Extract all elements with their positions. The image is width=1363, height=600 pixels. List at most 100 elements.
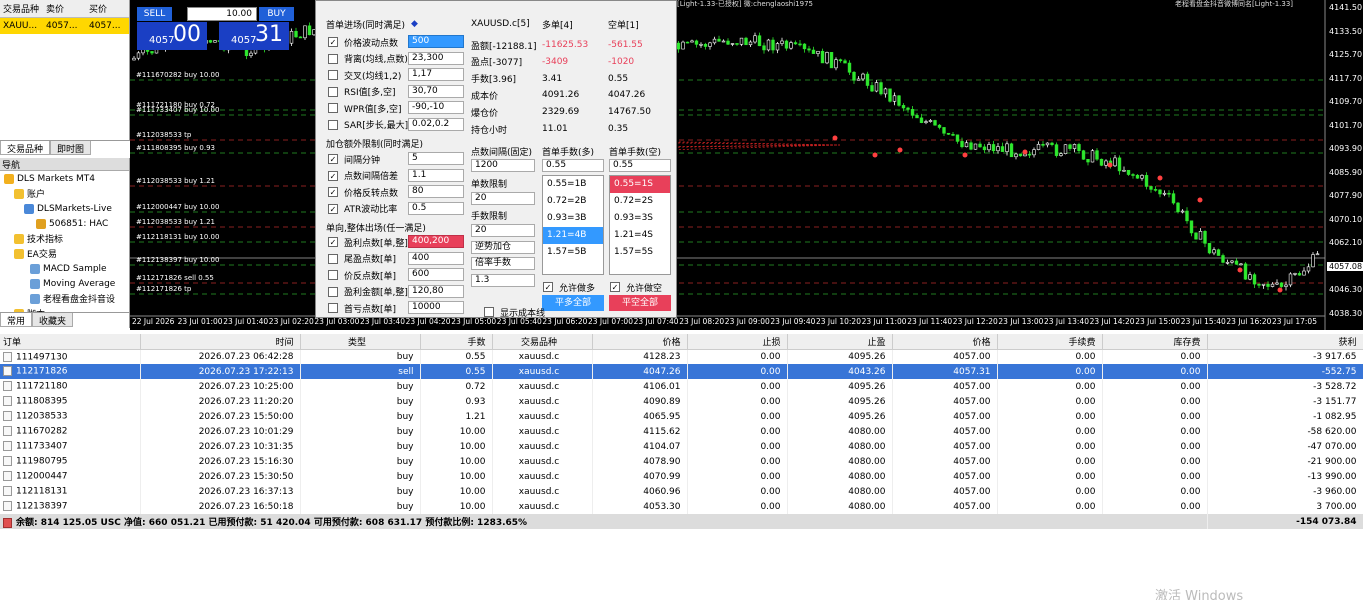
column-header[interactable]: 订单 xyxy=(0,334,141,350)
sell-price-box[interactable]: 4057 00 xyxy=(137,22,207,50)
checkbox-icon[interactable]: ✓ xyxy=(328,37,338,47)
ratio-input[interactable]: 1.3 xyxy=(471,274,535,287)
column-header[interactable]: 价格 xyxy=(592,334,688,350)
lot-step-item[interactable]: 1.21=4B xyxy=(543,227,603,244)
market-watch-row[interactable]: XAUU... 4057... 4057... xyxy=(0,18,129,34)
ea-option-value[interactable]: 5 xyxy=(408,152,464,165)
first-lot-long-input[interactable]: 0.55 xyxy=(542,159,604,172)
long-lot-list[interactable]: 0.55=1B 0.72=2B 0.93=3B 1.21=4B 1.57=5B xyxy=(542,175,604,275)
single-limit-input[interactable]: 20 xyxy=(471,192,535,205)
ea-option-row[interactable]: ✓ 价格反转点数 xyxy=(328,185,398,199)
nav-ea-macd[interactable]: MACD Sample xyxy=(0,261,129,276)
ea-option-row[interactable]: ✓ 间隔分钟 xyxy=(328,152,380,166)
ea-option-value[interactable]: 30,70 xyxy=(408,84,464,98)
col-ask[interactable]: 买价 xyxy=(86,2,129,15)
mode-select-1[interactable]: 逆势加仓 xyxy=(471,241,535,254)
table-row[interactable]: 112118131 2026.07.23 16:37:13 buy 10.00 xauu… xyxy=(0,484,1363,499)
col-bid[interactable]: 卖价 xyxy=(43,2,86,15)
checkbox-icon[interactable]: ✓ xyxy=(328,237,338,247)
ea-option-value[interactable]: 400,200 xyxy=(408,235,464,248)
short-lot-list[interactable]: 0.55=1S 0.72=2S 0.93=3S 1.21=4S 1.57=5S xyxy=(609,175,671,275)
nav-account[interactable]: 506851: HAC xyxy=(0,216,129,231)
close-all-long-button[interactable]: 平多全部 xyxy=(542,295,604,311)
ea-option-row[interactable]: 交叉(均线1,2) xyxy=(328,68,401,82)
column-header[interactable]: 交易品种 xyxy=(492,334,593,350)
lot-step-item[interactable]: 0.93=3S xyxy=(610,210,670,227)
column-header[interactable]: 时间 xyxy=(140,334,301,350)
ea-option-value[interactable]: 80 xyxy=(408,185,464,198)
ea-option-row[interactable]: RSI值[多,空] xyxy=(328,85,396,99)
lot-step-item[interactable]: 1.57=5B xyxy=(543,244,603,261)
nav-ea-ma[interactable]: Moving Average xyxy=(0,276,129,291)
ea-option-row[interactable]: 尾盈点数[单] xyxy=(328,252,396,266)
tab-favorites[interactable]: 收藏夹 xyxy=(32,313,74,327)
nav-terminal[interactable]: DLS Markets MT4 xyxy=(0,171,129,186)
tab-common[interactable]: 常用 xyxy=(0,313,33,327)
checkbox-icon[interactable] xyxy=(328,270,338,280)
checkbox-icon[interactable] xyxy=(328,103,338,113)
lot-step-item[interactable]: 0.55=1S xyxy=(610,176,670,193)
checkbox-icon[interactable] xyxy=(328,303,338,313)
checkbox-icon[interactable] xyxy=(328,53,338,64)
lot-input[interactable]: 10.00 xyxy=(187,7,257,21)
ea-option-row[interactable]: WPR值[多,空] xyxy=(328,101,401,115)
ea-option-row[interactable]: SAR[步长,最大] xyxy=(328,118,408,132)
table-row[interactable]: 112171826 2026.07.23 17:22:13 sell 0.55 xauu… xyxy=(0,364,1363,379)
ea-option-value[interactable]: 600 xyxy=(408,268,464,281)
allow-short-checkbox[interactable]: ✓ 允许做空 xyxy=(610,280,662,294)
column-header[interactable]: 库存费 xyxy=(1102,334,1208,350)
lot-step-item[interactable]: 0.72=2S xyxy=(610,193,670,210)
column-header[interactable]: 手数 xyxy=(420,334,493,350)
ea-option-value[interactable]: 1,17 xyxy=(408,68,464,81)
table-row[interactable]: 111721180 2026.07.23 10:25:00 buy 0.72 xauus… xyxy=(0,379,1363,394)
checkbox-icon[interactable] xyxy=(328,253,338,264)
table-row[interactable]: 111808395 2026.07.23 11:20:20 buy 0.93 xauus… xyxy=(0,394,1363,409)
column-header[interactable]: 止损 xyxy=(687,334,788,350)
column-header[interactable]: 手续费 xyxy=(997,334,1103,350)
table-row[interactable]: 111980795 2026.07.23 15:16:30 buy 10.00 xauu… xyxy=(0,454,1363,469)
ea-option-value[interactable]: 10000 xyxy=(408,301,464,314)
nav-indicators[interactable]: 技术指标 xyxy=(0,231,129,246)
checkbox-icon[interactable]: ✓ xyxy=(328,203,338,214)
column-header[interactable]: 获利 xyxy=(1207,334,1363,350)
table-row[interactable]: 112138397 2026.07.23 16:50:18 buy 10.00 xauu… xyxy=(0,499,1363,514)
sell-button[interactable]: SELL xyxy=(137,7,172,21)
lot-step-item[interactable]: 1.57=5S xyxy=(610,244,670,261)
checkbox-icon[interactable] xyxy=(328,86,338,97)
ea-option-row[interactable]: 首亏点数[单] xyxy=(328,301,396,315)
tab-tick-chart[interactable]: 即时图 xyxy=(50,141,92,155)
ea-option-value[interactable]: -90,-10 xyxy=(408,101,464,114)
ea-option-row[interactable]: 盈利金额[单,整] xyxy=(328,285,408,299)
ea-option-value[interactable]: 23,300 xyxy=(408,51,464,65)
ea-option-value[interactable]: 1.1 xyxy=(408,168,464,182)
checkbox-icon[interactable] xyxy=(328,119,338,130)
ea-option-row[interactable]: ✓ 盈利点数[单,整] xyxy=(328,235,408,249)
ea-option-value[interactable]: 500 xyxy=(408,35,464,48)
buy-price-box[interactable]: 4057 31 xyxy=(219,22,289,50)
column-header[interactable]: 类型 xyxy=(300,334,421,350)
lot-step-item[interactable]: 0.72=2B xyxy=(543,193,603,210)
checkbox-icon[interactable]: ✓ xyxy=(328,170,338,181)
ea-option-value[interactable]: 0.02,0.2 xyxy=(408,117,464,131)
show-cost-checkbox[interactable]: 显示成本线 xyxy=(484,305,545,319)
table-row[interactable]: 112038533 2026.07.23 15:50:00 buy 1.21 xauus… xyxy=(0,409,1363,424)
grid-interval-input[interactable]: 1200 xyxy=(471,159,535,172)
checkbox-icon[interactable]: ✓ xyxy=(328,187,338,197)
ea-option-row[interactable]: ✓ 价格波动点数 xyxy=(328,35,398,49)
allow-long-checkbox[interactable]: ✓ 允许做多 xyxy=(543,280,595,294)
ea-option-value[interactable]: 400 xyxy=(408,251,464,265)
lot-limit-input[interactable]: 20 xyxy=(471,224,535,237)
close-all-short-button[interactable]: 平空全部 xyxy=(609,295,671,311)
table-row[interactable]: 111733407 2026.07.23 10:31:35 buy 10.00 xauu… xyxy=(0,439,1363,454)
table-row[interactable]: 111497130 2026.07.23 06:42:28 buy 0.55 xauus… xyxy=(0,349,1363,364)
buy-button[interactable]: BUY xyxy=(259,7,294,21)
checkbox-icon[interactable]: ✓ xyxy=(328,154,338,164)
column-header[interactable]: 止盈 xyxy=(787,334,893,350)
col-symbol[interactable]: 交易品种 xyxy=(0,2,43,15)
checkbox-icon[interactable] xyxy=(328,70,338,80)
nav-accounts[interactable]: 账户 xyxy=(0,186,129,201)
nav-server[interactable]: DLSMarkets-Live xyxy=(0,201,129,216)
nav-ea-custom[interactable]: 老程看盘金抖音设 xyxy=(0,291,129,306)
nav-experts[interactable]: EA交易 xyxy=(0,246,129,261)
checkbox-icon[interactable] xyxy=(328,286,338,297)
